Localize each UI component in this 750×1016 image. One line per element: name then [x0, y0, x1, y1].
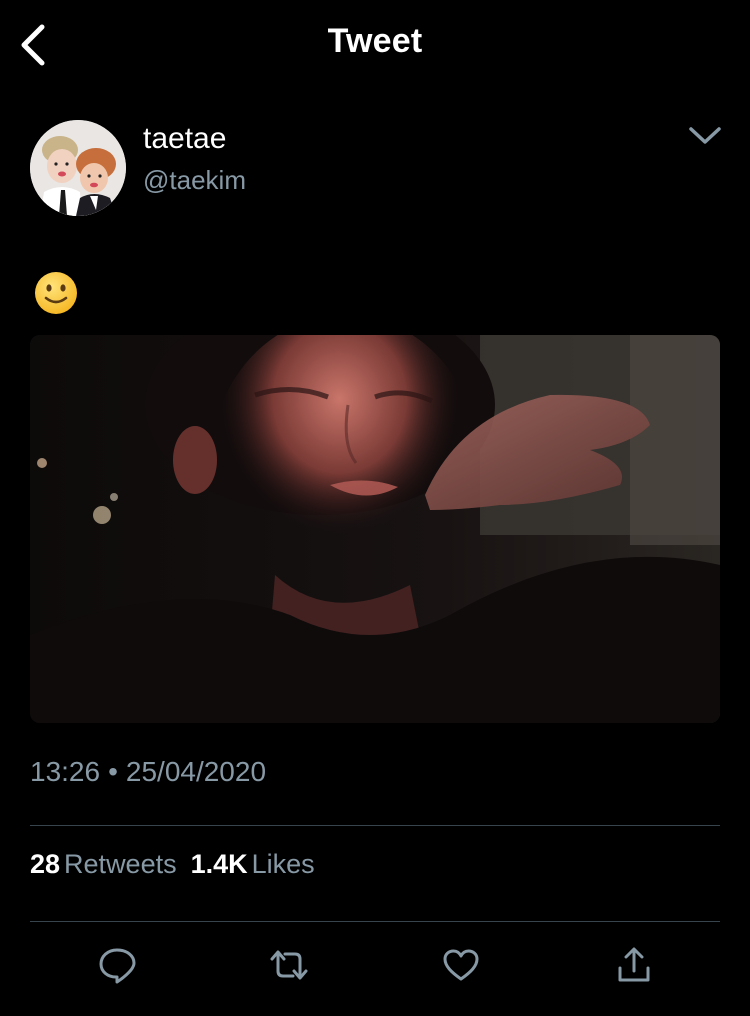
more-options-button[interactable]: [684, 118, 726, 154]
likes-label: Likes: [251, 849, 315, 879]
tweet-time: 13:26: [30, 756, 101, 787]
heart-icon: [443, 949, 479, 981]
retweets-count: 28: [30, 849, 61, 879]
top-bar: Tweet: [0, 0, 750, 90]
divider: [30, 825, 720, 826]
timestamp-separator: •: [108, 756, 118, 787]
reply-icon: [99, 948, 136, 984]
tweet-photo[interactable]: [30, 335, 720, 723]
retweets-label: Retweets: [64, 849, 177, 879]
share-icon: [618, 947, 650, 982]
tweet-stats: 28 Retweets 1.4K Likes: [30, 849, 329, 880]
retweet-icon: [270, 950, 308, 980]
share-button[interactable]: [612, 943, 656, 987]
likes-count: 1.4K: [190, 849, 248, 879]
avatar-image: [30, 120, 126, 216]
chevron-down-icon: [689, 127, 721, 144]
retweet-button[interactable]: [267, 943, 311, 987]
avatar[interactable]: [30, 120, 126, 216]
photo-image: [30, 335, 720, 723]
divider: [30, 921, 720, 922]
tweet-text-emoji: [33, 270, 79, 316]
likes-stat[interactable]: 1.4K Likes: [191, 849, 329, 879]
author-handle[interactable]: @taekim: [143, 165, 246, 196]
tweet-date: 25/04/2020: [125, 756, 267, 787]
page-title: Tweet: [327, 22, 423, 60]
reply-button[interactable]: [95, 943, 139, 987]
retweets-stat[interactable]: 28 Retweets: [30, 849, 191, 879]
tweet-timestamp: 13:26 • 25/04/2020: [30, 756, 266, 788]
like-button[interactable]: [439, 943, 483, 987]
author-display-name[interactable]: taetae: [143, 122, 226, 156]
slightly-smiling-face-icon: [35, 272, 77, 314]
